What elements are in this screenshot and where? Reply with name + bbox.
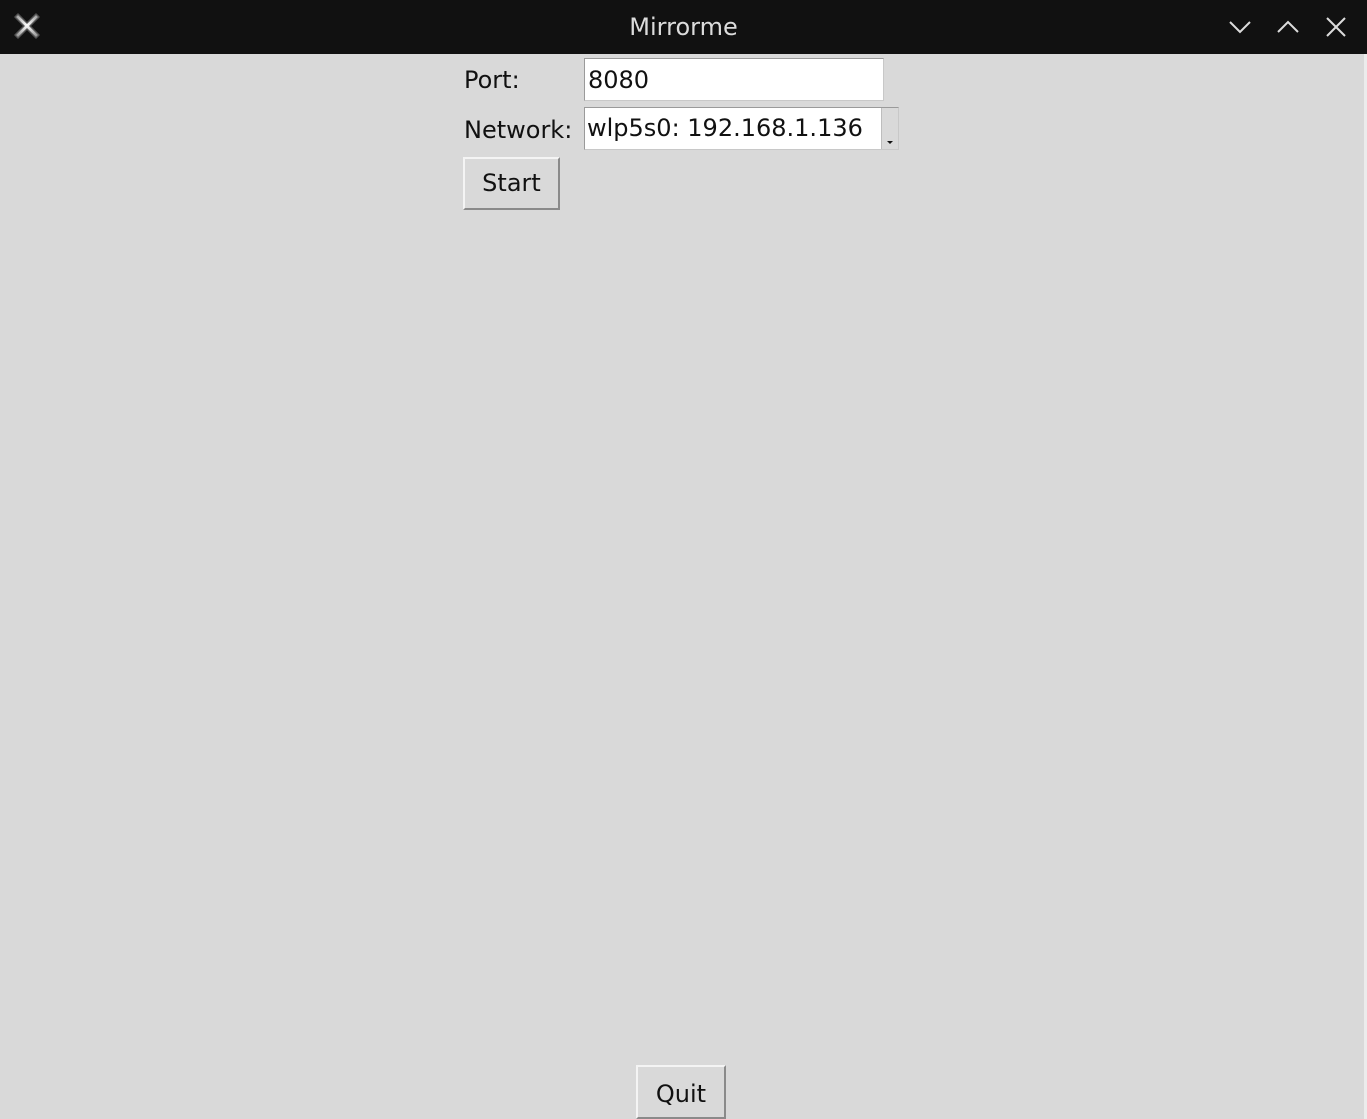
network-label: Network:: [464, 116, 573, 144]
chevron-down-icon[interactable]: [1227, 14, 1253, 40]
caret-down-icon: [887, 141, 893, 144]
title-bar[interactable]: Mirrorme: [0, 0, 1367, 54]
app-window: Mirrorme Port: Network: wlp5s0: 192.168.…: [0, 0, 1367, 1119]
start-button[interactable]: Start: [463, 157, 560, 210]
quit-button[interactable]: Quit: [636, 1065, 726, 1119]
network-selected-value: wlp5s0: 192.168.1.136: [587, 114, 863, 142]
close-icon[interactable]: [1323, 14, 1349, 40]
network-dropdown[interactable]: wlp5s0: 192.168.1.136: [584, 107, 899, 150]
port-label: Port:: [464, 66, 520, 94]
dropdown-arrow-button[interactable]: [881, 108, 898, 149]
window-title: Mirrorme: [629, 13, 738, 41]
chevron-up-icon[interactable]: [1275, 14, 1301, 40]
port-input[interactable]: [584, 58, 884, 101]
